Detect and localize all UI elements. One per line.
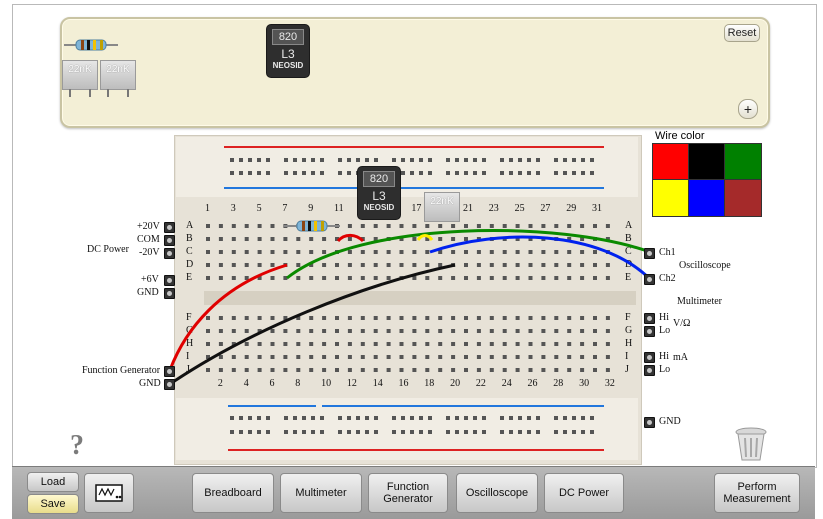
dc-gnd-terminal[interactable] <box>164 288 175 299</box>
oscilloscope-button[interactable]: Oscilloscope <box>456 473 538 513</box>
bottom-toolbar: Load Save Breadboard Multimeter Function… <box>12 466 815 519</box>
wire-color-swatch[interactable] <box>688 143 726 181</box>
label-ch2: Ch2 <box>659 273 676 284</box>
label-com: COM <box>137 234 160 245</box>
label-plus6v: +6V <box>141 274 159 285</box>
wire-color-title: Wire color <box>655 130 705 142</box>
wire-color-swatch[interactable] <box>724 179 762 217</box>
wire-color-swatch[interactable] <box>652 179 690 217</box>
wire-red[interactable] <box>168 263 288 371</box>
label-hi-ma: Hi <box>659 351 669 362</box>
oscilloscope-view-button[interactable] <box>84 473 134 513</box>
dc-plus20v-terminal[interactable] <box>164 222 175 233</box>
ground-terminal[interactable] <box>644 417 655 428</box>
multimeter-lo-vohm-terminal[interactable] <box>644 326 655 337</box>
multimeter-button[interactable]: Multimeter <box>280 473 362 513</box>
function-generator-gnd-terminal[interactable] <box>164 379 175 390</box>
load-button[interactable]: Load <box>27 472 79 492</box>
label-fg-gnd: GND <box>139 378 161 389</box>
trash-icon[interactable] <box>734 426 768 462</box>
function-generator-terminal[interactable] <box>164 366 175 377</box>
save-button[interactable]: Save <box>27 494 79 514</box>
wire-color-swatch[interactable] <box>688 179 726 217</box>
wires <box>168 229 652 386</box>
dc-minus20v-terminal[interactable] <box>164 248 175 259</box>
label-minus20v: -20V <box>139 247 160 258</box>
label-ch1: Ch1 <box>659 247 676 258</box>
multimeter-hi-ma-terminal[interactable] <box>644 352 655 363</box>
label-gnd-power: GND <box>137 287 159 298</box>
multimeter-lo-ma-terminal[interactable] <box>644 365 655 376</box>
scope-icon <box>95 484 123 502</box>
label-ma: mA <box>673 352 688 363</box>
label-lo-vohm: Lo <box>659 325 671 336</box>
multimeter-hi-vohm-terminal[interactable] <box>644 313 655 324</box>
dc-power-button[interactable]: DC Power <box>544 473 624 513</box>
help-icon[interactable]: ? <box>70 430 84 462</box>
label-multimeter: Multimeter <box>677 296 722 307</box>
oscilloscope-ch1-terminal[interactable] <box>644 248 655 259</box>
breadboard-button[interactable]: Breadboard <box>192 473 274 513</box>
function-generator-button[interactable]: Function Generator <box>368 473 448 513</box>
label-dc-power: DC Power <box>87 244 129 255</box>
oscilloscope-ch2-terminal[interactable] <box>644 274 655 285</box>
wire-black[interactable] <box>169 263 456 386</box>
label-gnd-right: GND <box>659 416 681 427</box>
label-volt-ohm: V/Ω <box>673 318 691 329</box>
wire-color-swatch[interactable] <box>652 143 690 181</box>
wire-color-swatch[interactable] <box>724 143 762 181</box>
label-function-generator: Function Generator <box>82 365 161 376</box>
label-oscilloscope: Oscilloscope <box>679 260 731 271</box>
label-hi-vohm: Hi <box>659 312 669 323</box>
wire-red-short[interactable] <box>336 233 365 243</box>
dc-com-terminal[interactable] <box>164 235 175 246</box>
label-plus20v: +20V <box>137 221 160 232</box>
dc-plus6v-terminal[interactable] <box>164 275 175 286</box>
label-lo-ma: Lo <box>659 364 671 375</box>
perform-measurement-button[interactable]: Perform Measurement <box>714 473 800 513</box>
wire-yellow[interactable] <box>416 234 434 241</box>
